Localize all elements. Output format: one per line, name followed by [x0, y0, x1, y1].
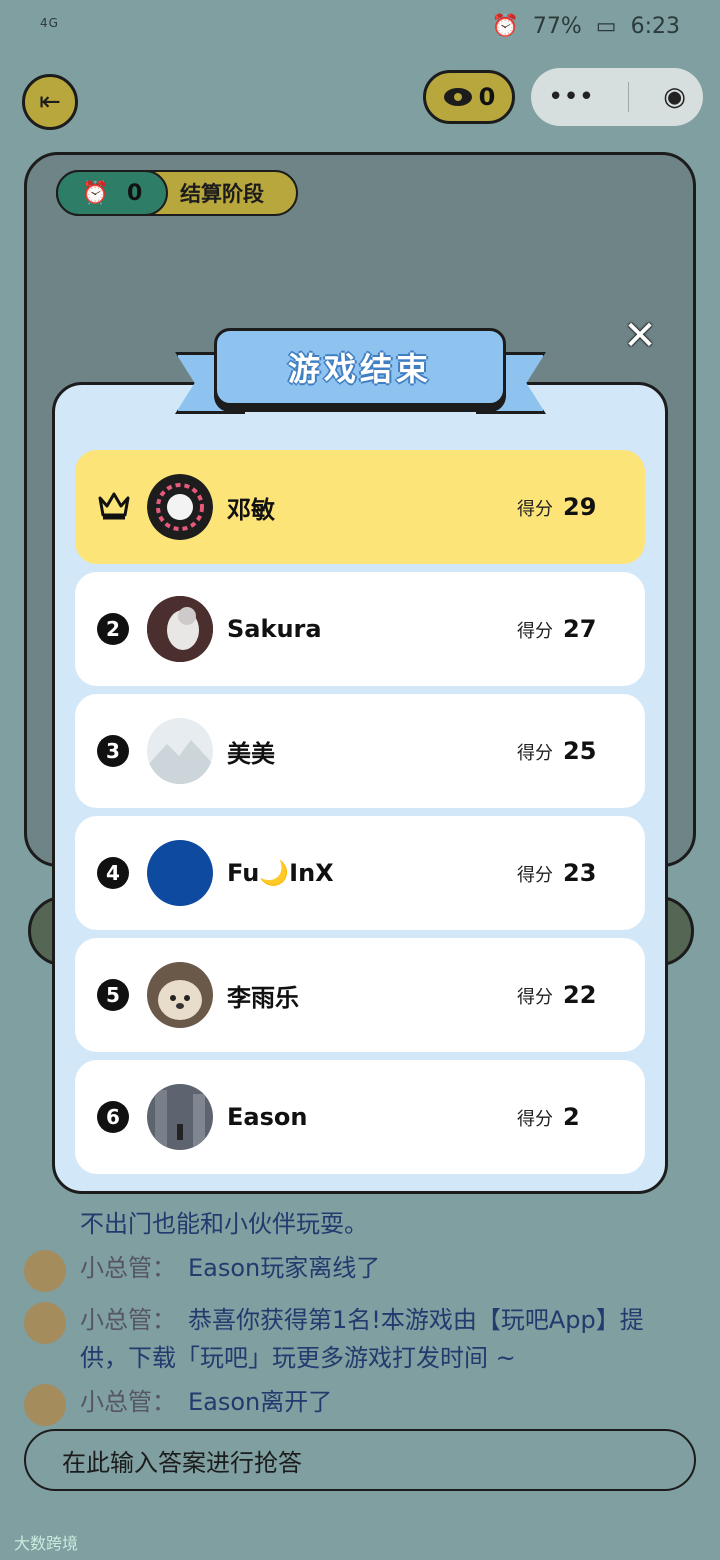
avatar-image: [147, 962, 213, 1028]
close-modal-button[interactable]: ✕: [620, 316, 660, 356]
eye-icon: [443, 88, 472, 106]
avatar-image: [147, 474, 213, 540]
viewer-count-button[interactable]: 0: [423, 70, 515, 124]
score-label: 得分: [517, 865, 553, 886]
player-name: Sakura: [227, 615, 322, 643]
rank-badge: 6: [97, 1101, 129, 1133]
chat-text: Eason离开了: [188, 1388, 333, 1416]
score-value: 22: [563, 981, 597, 1009]
chat-avatar: [24, 1384, 66, 1426]
player-score: 得分 2: [517, 1103, 580, 1131]
player-avatar: [147, 596, 213, 662]
exit-icon: ⇤: [39, 87, 61, 117]
rank-badge: 4: [97, 857, 129, 889]
player-name: 李雨乐: [227, 983, 299, 1012]
chat-text: 不出门也能和小伙伴玩耍。: [80, 1210, 368, 1238]
watermark: 大数跨境: [14, 1534, 79, 1553]
timer-value: 0: [127, 180, 143, 206]
chat-sender: 小总管：: [80, 1388, 176, 1416]
ranking-row[interactable]: 4 Fu🌙InX 得分 23: [75, 816, 645, 930]
player-score: 得分 23: [517, 859, 596, 887]
score-label: 得分: [517, 499, 553, 520]
exit-room-button[interactable]: ⇤: [22, 74, 78, 130]
avatar-image: [147, 1084, 213, 1150]
score-value: 2: [563, 1103, 580, 1131]
countdown-timer: ⏰ 0: [56, 170, 168, 216]
chat-message: 供，下载「玩吧」玩更多游戏打发时间 ~: [24, 1340, 516, 1382]
player-avatar: [147, 1084, 213, 1150]
phase-label: 结算阶段: [180, 182, 264, 206]
chat-avatar: [24, 1302, 66, 1344]
player-score: 得分 29: [517, 493, 596, 521]
player-score: 得分 22: [517, 981, 596, 1009]
chat-message: 小总管： Eason玩家离线了: [24, 1250, 380, 1292]
score-value: 25: [563, 737, 597, 765]
modal-title-banner: 游戏结束: [214, 328, 506, 406]
score-label: 得分: [517, 987, 553, 1008]
clock-time: 6:23: [630, 14, 680, 39]
score-value: 27: [563, 615, 597, 643]
score-label: 得分: [517, 621, 553, 642]
phase-indicator: ⏰ 0 结算阶段: [56, 170, 298, 216]
score-label: 得分: [517, 743, 553, 764]
player-score: 得分 27: [517, 615, 596, 643]
viewer-count: 0: [478, 83, 496, 111]
answer-input[interactable]: 在此输入答案进行抢答: [24, 1429, 696, 1491]
answer-placeholder: 在此输入答案进行抢答: [62, 1448, 302, 1477]
chat-message: 小总管： 恭喜你获得第1名!本游戏由【玩吧App】提: [24, 1302, 644, 1344]
more-options-icon[interactable]: •••: [548, 82, 594, 112]
player-name: 邓敏: [227, 495, 275, 524]
ranking-row[interactable]: 5 李雨乐 得分 22: [75, 938, 645, 1052]
alarm-icon: ⏰: [491, 14, 519, 39]
miniapp-capsule: ••• ◉: [531, 68, 703, 126]
modal-title: 游戏结束: [287, 350, 432, 388]
network-indicator: 4G: [40, 16, 59, 30]
battery-icon: ▭: [595, 14, 617, 39]
close-miniapp-icon[interactable]: ◉: [663, 82, 686, 112]
player-name: Eason: [227, 1103, 308, 1131]
chat-sender: 小总管：: [80, 1306, 176, 1334]
battery-percent: 77%: [532, 14, 582, 39]
avatar-image: [147, 596, 213, 662]
chat-text: Eason玩家离线了: [188, 1254, 381, 1282]
rank-badge: 2: [97, 613, 129, 645]
chat-message: 不出门也能和小伙伴玩耍。: [24, 1206, 368, 1248]
ranking-row[interactable]: 2 Sakura 得分 27: [75, 572, 645, 686]
crown-icon: [98, 492, 130, 520]
chat-text: 恭喜你获得第1名!本游戏由【玩吧App】提: [188, 1306, 644, 1334]
score-value: 29: [563, 493, 597, 521]
ranking-row[interactable]: 邓敏 得分 29: [75, 450, 645, 564]
capsule-divider: [628, 82, 630, 112]
chat-text: 供，下载「玩吧」玩更多游戏打发时间 ~: [80, 1344, 516, 1372]
ranking-row[interactable]: 6 Eason 得分 2: [75, 1060, 645, 1174]
rank-badge: 5: [97, 979, 129, 1011]
player-avatar: [147, 962, 213, 1028]
avatar-image: [147, 718, 213, 784]
chat-avatar: [24, 1250, 66, 1292]
player-avatar: [147, 840, 213, 906]
player-name: Fu🌙InX: [227, 859, 334, 887]
player-avatar: [147, 718, 213, 784]
status-bar: 4G ⏰ 77% ▭ 6:23: [0, 0, 720, 56]
player-avatar: [147, 474, 213, 540]
score-label: 得分: [517, 1109, 553, 1130]
chat-message: 小总管： Eason离开了: [24, 1384, 332, 1426]
rank-badge: 3: [97, 735, 129, 767]
ranking-row[interactable]: 3 美美 得分 25: [75, 694, 645, 808]
player-name: 美美: [227, 739, 275, 768]
player-score: 得分 25: [517, 737, 596, 765]
score-value: 23: [563, 859, 597, 887]
alarm-clock-icon: ⏰: [81, 180, 110, 206]
chat-sender: 小总管：: [80, 1254, 176, 1282]
